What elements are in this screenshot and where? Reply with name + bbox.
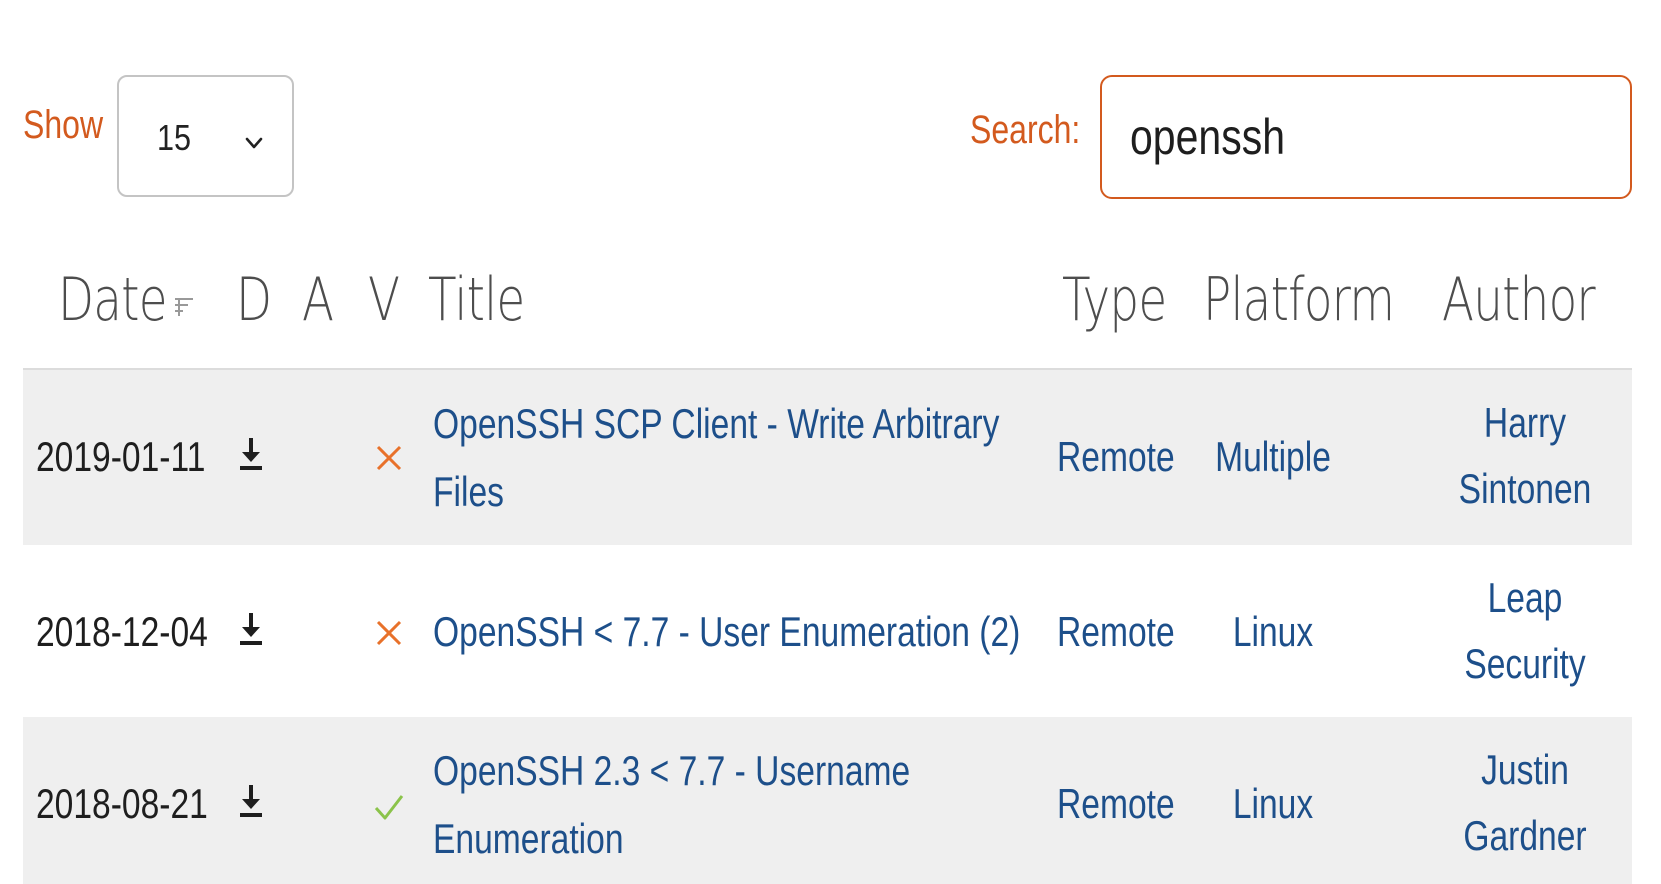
table-row: 2018-08-21 OpenSSH 2.3 < 7.7 - Username … — [23, 717, 1632, 884]
column-header-platform[interactable]: Platform — [1203, 265, 1395, 335]
author-line: Justin — [1481, 746, 1569, 793]
column-header-type[interactable]: Type — [1062, 265, 1167, 335]
platform-text: Linux — [1232, 608, 1314, 655]
search-input[interactable] — [1130, 99, 1524, 175]
platform-link[interactable]: Linux — [1173, 771, 1373, 837]
platform-text: Multiple — [1215, 433, 1331, 480]
search-box[interactable] — [1100, 75, 1632, 199]
cross-icon — [376, 620, 402, 646]
entries-per-page-value: 15 — [157, 117, 192, 158]
table-row: 2018-12-04 OpenSSH < 7.7 - User Enumerat… — [23, 545, 1632, 717]
author-line: Sintonen — [1458, 465, 1592, 512]
exploit-title-link[interactable]: OpenSSH 2.3 < 7.7 - Username Enumeration — [433, 737, 1029, 873]
column-header-application[interactable]: A — [302, 265, 334, 335]
download-icon[interactable] — [236, 781, 266, 821]
entries-per-page-select[interactable]: 15 — [117, 75, 294, 197]
author-line: Gardner — [1463, 812, 1587, 859]
chevron-down-icon — [245, 137, 263, 149]
cross-icon — [376, 445, 402, 471]
author-line: Security — [1464, 640, 1586, 687]
type-link[interactable]: Remote — [1057, 433, 1175, 481]
row-date: 2018-12-04 — [36, 608, 208, 655]
author-link[interactable]: Harry Sintonen — [1425, 390, 1625, 522]
table-row: 2019-01-11 OpenSSH SCP Client - Write Ar… — [23, 370, 1632, 545]
author-line: Leap — [1487, 574, 1563, 621]
exploit-table-page: Show 15 Search: Date D A V Title Type Pl… — [0, 0, 1661, 884]
title-line: Enumeration — [433, 815, 624, 862]
type-link[interactable]: Remote — [1057, 780, 1175, 828]
author-link[interactable]: Leap Security — [1425, 565, 1625, 697]
sort-icon[interactable] — [173, 296, 195, 318]
author-link[interactable]: Justin Gardner — [1425, 737, 1625, 869]
row-date: 2018-08-21 — [36, 780, 208, 827]
title-line: OpenSSH SCP Client - Write Arbitrary — [433, 400, 1000, 447]
title-line: Files — [433, 468, 504, 515]
column-header-date[interactable]: Date — [58, 265, 168, 335]
download-icon[interactable] — [236, 609, 266, 649]
platform-text: Linux — [1232, 780, 1314, 827]
platform-link[interactable]: Multiple — [1173, 424, 1373, 490]
show-label: Show — [23, 103, 104, 147]
download-icon[interactable] — [236, 434, 266, 474]
check-icon — [374, 795, 404, 820]
platform-link[interactable]: Linux — [1173, 599, 1373, 665]
search-label: Search: — [970, 108, 1081, 152]
column-header-download[interactable]: D — [236, 265, 272, 335]
author-line: Harry — [1483, 399, 1567, 446]
row-date: 2019-01-11 — [36, 433, 206, 480]
column-header-author[interactable]: Author — [1442, 265, 1596, 335]
title-line: OpenSSH < 7.7 - User Enumeration (2) — [433, 608, 1021, 655]
exploit-title-link[interactable]: OpenSSH SCP Client - Write Arbitrary Fil… — [433, 390, 1141, 526]
type-link[interactable]: Remote — [1057, 608, 1175, 656]
title-line: OpenSSH 2.3 < 7.7 - Username — [433, 747, 911, 794]
column-header-verified[interactable]: V — [368, 265, 400, 335]
column-header-title[interactable]: Title — [428, 265, 525, 335]
